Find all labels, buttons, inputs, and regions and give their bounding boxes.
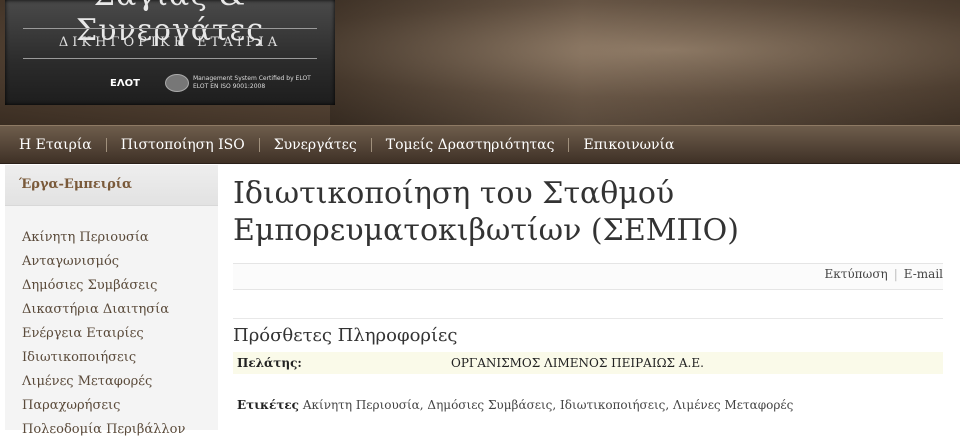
sidebar-item-concessions[interactable]: Παραχωρήσεις [22, 394, 218, 418]
tags-label: Ετικέτες [237, 398, 299, 412]
main-content: Ιδιωτικοποίηση του Σταθμού Εμπορευματοκι… [233, 175, 943, 412]
additional-info-heading: Πρόσθετες Πληροφορίες [233, 318, 943, 346]
logo-divider-bottom [23, 58, 317, 59]
client-label: Πελάτης: [237, 356, 302, 370]
sidebar-item-arbitration[interactable]: Δικαστήρια Διαιτησία [22, 298, 218, 322]
page-title-line-2: Εμπορευματοκιβωτίων (ΣΕΜΠΟ) [233, 213, 739, 248]
toolbar-separator: | [893, 267, 898, 281]
nav-item-practice-areas[interactable]: Τομείς Δραστηριότητας [372, 137, 570, 152]
nav-item-company[interactable]: Η Εταιρία [0, 137, 107, 152]
sidebar-item-energy[interactable]: Ενέργεια Εταιρίες [22, 322, 218, 346]
sidebar-item-real-estate[interactable]: Ακίνητη Περιουσία [22, 226, 218, 250]
client-value: ΟΡΓΑΝΙΣΜΟΣ ΛΙΜΕΝΟΣ ΠΕΙΡΑΙΩΣ Α.Ε. [451, 356, 704, 370]
certification-text: Management System Certified by ELOT ELOT… [193, 75, 311, 91]
print-link[interactable]: Εκτύπωση [824, 267, 887, 281]
site-logo[interactable]: Σάγιας & Συνεργάτες ΔΙΚΗΓΟΡΙΚΗ ΕΤΑΙΡΙΑ Ε… [5, 0, 335, 105]
logo-subtitle: ΔΙΚΗΓΟΡΙΚΗ ΕΤΑΙΡΙΑ [58, 35, 282, 50]
article-toolbar: Εκτύπωση | E-mail [233, 263, 943, 290]
nav-item-iso[interactable]: Πιστοποίηση ISO [107, 137, 260, 152]
client-row: Πελάτης: ΟΡΓΑΝΙΣΜΟΣ ΛΙΜΕΝΟΣ ΠΕΙΡΑΙΩΣ Α.Ε… [233, 352, 943, 374]
site-header: Σάγιας & Συνεργάτες ΔΙΚΗΓΟΡΙΚΗ ΕΤΑΙΡΙΑ Ε… [0, 0, 960, 125]
sidebar: Έργα-Εμπειρία Ακίνητη Περιουσία Ανταγωνι… [5, 165, 218, 437]
certification-seal-icon [165, 74, 189, 92]
sidebar-item-public-contracts[interactable]: Δημόσιες Συμβάσεις [22, 274, 218, 298]
sidebar-list: Ακίνητη Περιουσία Ανταγωνισμός Δημόσιες … [5, 206, 218, 442]
main-navigation: Η Εταιρία Πιστοποίηση ISO Συνεργάτες Τομ… [0, 125, 960, 164]
elot-mark: ΕΛΟΤ [110, 78, 140, 89]
header-background [330, 0, 960, 125]
cert-line-1: Management System Certified by ELOT [193, 75, 311, 82]
nav-item-associates[interactable]: Συνεργάτες [260, 137, 372, 152]
tags-row: Ετικέτες Ακίνητη Περιουσία, Δημόσιες Συμ… [233, 398, 943, 412]
page-title-line-1: Ιδιωτικοποίηση του Σταθμού [233, 176, 675, 211]
sidebar-item-ports[interactable]: Λιμένες Μεταφορές [22, 370, 218, 394]
nav-item-contact[interactable]: Επικοινωνία [569, 138, 688, 152]
tags-list[interactable]: Ακίνητη Περιουσία, Δημόσιες Συμβάσεις, Ι… [303, 398, 794, 412]
logo-divider [23, 28, 317, 29]
cert-line-2: ELOT EN ISO 9001:2008 [193, 83, 266, 90]
sidebar-title[interactable]: Έργα-Εμπειρία [5, 165, 218, 206]
email-link[interactable]: E-mail [904, 267, 943, 281]
sidebar-item-urban-planning[interactable]: Πολεοδομία Περιβάλλον [22, 418, 218, 442]
sidebar-item-competition[interactable]: Ανταγωνισμός [22, 250, 218, 274]
sidebar-item-privatizations[interactable]: Ιδιωτικοποιήσεις [22, 346, 218, 370]
page-title: Ιδιωτικοποίηση του Σταθμού Εμπορευματοκι… [233, 175, 943, 249]
